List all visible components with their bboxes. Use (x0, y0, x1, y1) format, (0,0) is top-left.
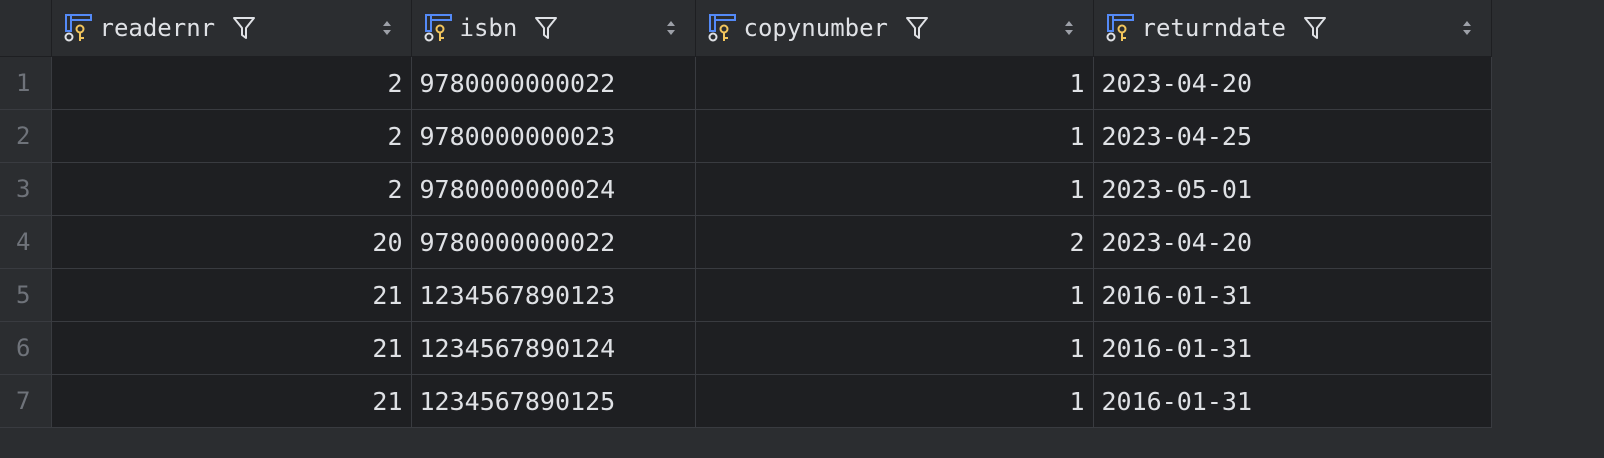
table-row[interactable]: 3 2 9780000000024 1 2023-05-01 (0, 162, 1492, 216)
primary-key-column-icon (424, 14, 452, 42)
table-row[interactable]: 2 2 9780000000023 1 2023-04-25 (0, 109, 1492, 163)
result-grid: readernr isbn copynumber returndate 1 2 … (0, 0, 1492, 428)
cell-returndate[interactable]: 2016-01-31 (1093, 374, 1492, 428)
table-row[interactable]: 1 2 9780000000022 1 2023-04-20 (0, 56, 1492, 110)
column-header-returndate[interactable]: returndate (1093, 0, 1492, 57)
column-header-readernr[interactable]: readernr (51, 0, 412, 57)
cell-isbn[interactable]: 9780000000024 (411, 162, 696, 216)
primary-key-column-icon (64, 14, 92, 42)
primary-key-column-icon (708, 14, 736, 42)
cell-returndate[interactable]: 2023-05-01 (1093, 162, 1492, 216)
row-number[interactable]: 3 (0, 162, 52, 216)
filter-icon[interactable] (904, 15, 930, 41)
row-number[interactable]: 7 (0, 374, 52, 428)
cell-returndate[interactable]: 2023-04-20 (1093, 215, 1492, 269)
row-number[interactable]: 5 (0, 268, 52, 322)
cell-returndate[interactable]: 2023-04-25 (1093, 109, 1492, 163)
filter-icon[interactable] (1302, 15, 1328, 41)
cell-copynumber[interactable]: 1 (695, 268, 1094, 322)
cell-copynumber[interactable]: 1 (695, 56, 1094, 110)
cell-isbn[interactable]: 1234567890123 (411, 268, 696, 322)
sort-icon[interactable] (1461, 19, 1473, 37)
cell-readernr[interactable]: 21 (51, 321, 412, 375)
row-number[interactable]: 1 (0, 56, 52, 110)
column-header-copynumber[interactable]: copynumber (695, 0, 1094, 57)
sort-icon[interactable] (1063, 19, 1075, 37)
cell-copynumber[interactable]: 1 (695, 109, 1094, 163)
column-header-isbn[interactable]: isbn (411, 0, 696, 57)
cell-isbn[interactable]: 9780000000022 (411, 215, 696, 269)
grid-body: 1 2 9780000000022 1 2023-04-20 2 2 97800… (0, 56, 1492, 428)
header-row: readernr isbn copynumber returndate (0, 0, 1492, 57)
filter-icon[interactable] (533, 15, 559, 41)
cell-isbn[interactable]: 1234567890124 (411, 321, 696, 375)
cell-isbn[interactable]: 9780000000022 (411, 56, 696, 110)
cell-readernr[interactable]: 20 (51, 215, 412, 269)
table-row[interactable]: 4 20 9780000000022 2 2023-04-20 (0, 215, 1492, 269)
select-all-corner[interactable] (0, 0, 52, 57)
cell-readernr[interactable]: 21 (51, 268, 412, 322)
table-row[interactable]: 5 21 1234567890123 1 2016-01-31 (0, 268, 1492, 322)
cell-isbn[interactable]: 9780000000023 (411, 109, 696, 163)
column-name: copynumber (743, 14, 889, 42)
cell-returndate[interactable]: 2023-04-20 (1093, 56, 1492, 110)
cell-copynumber[interactable]: 2 (695, 215, 1094, 269)
primary-key-column-icon (1106, 14, 1134, 42)
sort-icon[interactable] (665, 19, 677, 37)
cell-isbn[interactable]: 1234567890125 (411, 374, 696, 428)
column-name: returndate (1141, 14, 1287, 42)
row-number[interactable]: 4 (0, 215, 52, 269)
cell-returndate[interactable]: 2016-01-31 (1093, 268, 1492, 322)
grid-header: readernr isbn copynumber returndate (0, 0, 1492, 57)
cell-readernr[interactable]: 2 (51, 56, 412, 110)
table-row[interactable]: 7 21 1234567890125 1 2016-01-31 (0, 374, 1492, 428)
sort-icon[interactable] (381, 19, 393, 37)
filter-icon[interactable] (231, 15, 257, 41)
cell-readernr[interactable]: 2 (51, 162, 412, 216)
row-number[interactable]: 6 (0, 321, 52, 375)
cell-readernr[interactable]: 2 (51, 109, 412, 163)
column-name: readernr (99, 14, 216, 42)
cell-copynumber[interactable]: 1 (695, 321, 1094, 375)
cell-readernr[interactable]: 21 (51, 374, 412, 428)
cell-copynumber[interactable]: 1 (695, 374, 1094, 428)
row-number[interactable]: 2 (0, 109, 52, 163)
column-name: isbn (459, 14, 518, 42)
table-row[interactable]: 6 21 1234567890124 1 2016-01-31 (0, 321, 1492, 375)
cell-returndate[interactable]: 2016-01-31 (1093, 321, 1492, 375)
cell-copynumber[interactable]: 1 (695, 162, 1094, 216)
